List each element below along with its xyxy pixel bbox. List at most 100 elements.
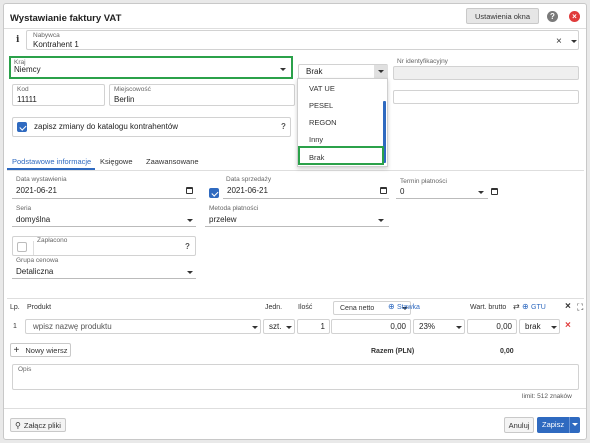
chevron-down-icon[interactable] (551, 326, 557, 329)
chevron-down-icon[interactable] (187, 219, 193, 222)
price-group-select[interactable]: Detaliczna (12, 265, 196, 279)
payment-method-label: Metoda płatności (209, 205, 259, 212)
sale-date-input[interactable]: 2021-06-21 (223, 184, 389, 199)
save-changes-checkbox[interactable] (17, 122, 27, 132)
plus-icon: + (13, 344, 20, 356)
col-net-price: Cena netto (340, 305, 375, 312)
chevron-down-icon[interactable] (252, 326, 258, 329)
row-lp: 1 (13, 323, 17, 330)
rate-value: 23% (419, 322, 436, 331)
qty-value: 1 (320, 322, 325, 331)
series-label: Seria (16, 205, 32, 212)
issue-date-input[interactable]: 2021-06-21 (12, 184, 196, 199)
col-gtu[interactable]: GTU (531, 304, 546, 311)
col-unit: Jedn. (265, 304, 283, 311)
gross-value: 0,00 (496, 322, 512, 331)
issue-date-label: Data wystawienia (16, 176, 67, 183)
notes-textarea[interactable]: Opis (12, 364, 579, 390)
id-type-option-pesel[interactable]: PESEL (299, 98, 383, 114)
save-changes-label: zapisz zmiany do katalogu kontrahentów (34, 122, 179, 131)
chevron-down-icon[interactable] (571, 40, 577, 43)
calendar-icon[interactable] (380, 187, 387, 194)
product-input[interactable]: wpisz nazwę produktu (25, 319, 261, 334)
id-type-select[interactable]: Brak (298, 64, 388, 79)
chevron-down-icon[interactable] (378, 70, 384, 73)
payment-term-select[interactable]: 0 (396, 185, 488, 199)
gross-input[interactable]: 0,00 (467, 319, 517, 334)
postal-code-value: 11111 (17, 95, 37, 104)
payment-term-value: 0 (400, 187, 405, 196)
chevron-down-icon[interactable] (478, 191, 484, 194)
unit-select[interactable]: szt. (263, 319, 295, 334)
col-rate[interactable]: Stawka (397, 304, 420, 311)
net-price-input[interactable]: 0,00 (331, 319, 411, 334)
chevron-down-icon[interactable] (187, 271, 193, 274)
buyer-clear-icon[interactable]: × (556, 36, 562, 47)
footer-divider (4, 408, 586, 409)
buyer-field[interactable]: Nabywca Kontrahent 1 × (26, 30, 579, 50)
chevron-down-icon[interactable] (572, 423, 578, 426)
total-value: 0,00 (500, 348, 514, 355)
notes-label: Opis (18, 366, 32, 373)
price-group-label: Grupa cenowa (16, 257, 59, 264)
new-row-button[interactable]: + Nowy wiersz (10, 343, 71, 357)
buyer-value: Kontrahent 1 (33, 40, 79, 49)
id-type-option-regon[interactable]: REGON (299, 115, 383, 131)
delete-row-icon[interactable]: × (565, 320, 571, 331)
save-changes-help-icon[interactable]: ? (281, 122, 286, 131)
fullscreen-icon[interactable]: ⛶ (577, 302, 583, 313)
sale-date-checkbox[interactable] (209, 188, 219, 198)
title-divider (4, 28, 586, 29)
paperclip-icon: ⚲ (15, 420, 21, 430)
id-number-input (393, 66, 579, 80)
paid-checkbox[interactable] (17, 242, 27, 252)
net-price-value: 0,00 (390, 322, 406, 331)
items-top-divider (7, 298, 584, 299)
qty-input[interactable]: 1 (297, 319, 330, 334)
calendar-icon[interactable] (491, 188, 498, 195)
series-select[interactable]: domyślna (12, 213, 196, 227)
gtu-select[interactable]: brak (519, 319, 560, 334)
chevron-down-icon[interactable] (456, 326, 462, 329)
swap-icon[interactable]: ⇄ (513, 302, 520, 311)
paid-divider (33, 241, 34, 255)
tab-advanced[interactable]: Zaawansowane (146, 157, 199, 166)
col-qty: Ilość (298, 304, 313, 311)
col-lp: Lp. (10, 304, 20, 311)
paid-label: Zapłacono (37, 237, 68, 244)
postal-code-field[interactable]: Kod 11111 (12, 84, 105, 106)
address-extra-input[interactable] (393, 90, 579, 104)
payment-method-select[interactable]: przelew (205, 213, 389, 227)
tab-accounting[interactable]: Księgowe (100, 157, 133, 166)
cancel-button[interactable]: Anuluj (504, 417, 534, 433)
rate-settings-icon[interactable]: ⊕ (388, 302, 395, 311)
notes-limit: limit: 512 znaków (522, 393, 572, 400)
remove-columns-icon[interactable]: × (565, 301, 571, 312)
gtu-settings-icon[interactable]: ⊕ (522, 302, 529, 311)
country-select[interactable]: Kraj Niemcy (12, 59, 290, 76)
window-settings-button[interactable]: Ustawienia okna (466, 8, 539, 24)
rate-select[interactable]: 23% (413, 319, 465, 334)
issue-date-value: 2021-06-21 (16, 186, 57, 195)
dialog-title: Wystawianie faktury VAT (10, 13, 122, 24)
sale-date-label: Data sprzedaży (226, 176, 272, 183)
total-label: Razem (PLN) (371, 348, 415, 355)
id-type-option-vat-ue[interactable]: VAT UE (299, 81, 383, 97)
chevron-down-icon[interactable] (378, 219, 384, 222)
attach-files-button[interactable]: ⚲ Załącz pliki (10, 418, 66, 432)
payment-method-value: przelew (209, 215, 237, 224)
calendar-icon[interactable] (186, 187, 193, 194)
chevron-down-icon[interactable] (280, 68, 286, 71)
tab-basic[interactable]: Podstawowe informacje (12, 157, 91, 166)
question-circle-icon[interactable]: ? (547, 11, 558, 22)
close-circle-icon[interactable]: × (569, 11, 580, 22)
col-product: Produkt (27, 304, 52, 311)
col-gross: Wart. brutto (470, 304, 507, 311)
tab-basic-label: Podstawowe informacje (12, 157, 92, 166)
chevron-down-icon[interactable] (286, 326, 292, 329)
paid-help-icon[interactable]: ? (185, 242, 190, 251)
new-row-label: Nowy wiersz (25, 345, 68, 355)
postal-code-label: Kod (17, 86, 29, 93)
city-field[interactable]: Miejscowość Berlin (109, 84, 295, 106)
save-button[interactable]: Zapisz (537, 417, 580, 433)
